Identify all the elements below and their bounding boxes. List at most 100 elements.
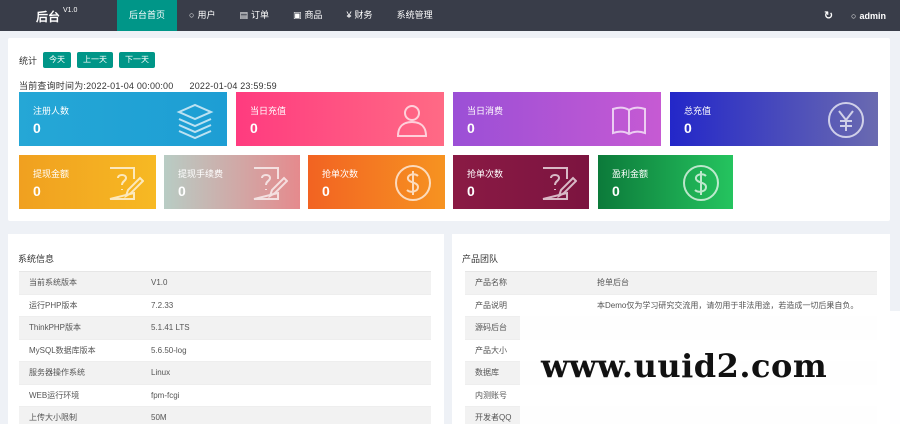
query-time-start: 当前查询时间为:2022-01-04 00:00:00 — [19, 81, 174, 91]
prev-day-button[interactable]: 上一天 — [77, 52, 114, 68]
table-row: MySQL数据库版本 5.6.50-log — [19, 340, 431, 362]
row-key: 上传大小限制 — [29, 413, 77, 423]
nav-users-label: 用户 — [197, 10, 216, 20]
cart-icon: ▣ — [293, 10, 302, 20]
table-row: 当前系统版本 V1.0 — [19, 272, 431, 295]
tile-total-recharge[interactable]: 总充值 0 — [670, 92, 878, 146]
stack-icon — [175, 100, 215, 140]
system-info-table: 当前系统版本 V1.0 运行PHP版本 7.2.33 ThinkPHP版本 5.1.41 … — [19, 271, 431, 424]
edit-doc-icon — [248, 163, 289, 203]
tile-value: 0 — [612, 183, 620, 199]
row-value: V1.0 — [151, 278, 168, 288]
tile-label: 当日消费 — [467, 106, 504, 116]
tile-value: 0 — [684, 120, 692, 136]
system-info-title: 系统信息 — [18, 254, 55, 264]
tile-label: 抢单次数 — [467, 169, 504, 179]
row-value: 本Demo仅为学习研究交流用，请勿用于非法用途，若造成一切后果自负。 — [597, 300, 859, 310]
brand-logo[interactable]: 后台 V1.0 — [36, 7, 78, 25]
query-time: 当前查询时间为:2022-01-04 00:00:00 2022-01-04 23… — [19, 79, 277, 92]
tile-value: 0 — [250, 120, 258, 136]
row-key: 当前系统版本 — [29, 278, 77, 288]
watermark: www.uuid2.com — [541, 347, 828, 385]
nav-home-label: 后台首页 — [129, 10, 166, 20]
tile-daily-consumption[interactable]: 当日消费 0 — [453, 92, 661, 146]
next-day-button[interactable]: 下一天 — [119, 52, 156, 68]
brand-version: V1.0 — [63, 7, 78, 14]
product-team-title: 产品团队 — [462, 254, 499, 264]
nav-orders-label: 订单 — [250, 10, 269, 20]
tile-label: 当日充值 — [250, 106, 287, 116]
query-time-end: 2022-01-04 23:59:59 — [189, 81, 277, 91]
tile-value: 0 — [467, 183, 475, 199]
tile-value: 0 — [33, 120, 41, 136]
tile-label: 提现手续费 — [178, 169, 224, 179]
nav-home[interactable]: 后台首页 — [117, 0, 178, 31]
user-icon: ○ — [851, 10, 857, 21]
nav-finance-label: 财务 — [354, 10, 373, 20]
table-row: WEB运行环境 fpm-fcgi — [19, 385, 431, 407]
tile-profit-amount[interactable]: 盈利金额 0 — [598, 155, 733, 209]
top-right-tools: ↻ ○ admin — [824, 0, 886, 31]
nav-finance[interactable]: ¥ 财务 — [335, 0, 385, 31]
nav-system[interactable]: 系统管理 — [385, 0, 445, 31]
nav-orders[interactable]: ▤ 订单 — [227, 0, 281, 31]
tile-label: 总充值 — [684, 106, 712, 116]
main-nav: 后台首页 ○ 用户 ▤ 订单 ▣ 商品 ¥ 财务 系统管理 — [117, 0, 445, 31]
row-value: 50M — [151, 413, 167, 423]
tile-value: 0 — [33, 183, 41, 199]
nav-system-label: 系统管理 — [396, 10, 433, 20]
row-key: WEB运行环境 — [29, 390, 80, 400]
yen-circle-icon — [826, 100, 866, 140]
tile-daily-recharge[interactable]: 当日充值 0 — [236, 92, 444, 146]
document-icon: ▤ — [239, 10, 248, 20]
stats-toolbar: 统计 今天 上一天 下一天 — [19, 52, 156, 68]
nav-goods[interactable]: ▣ 商品 — [281, 0, 335, 31]
row-key: 产品说明 — [475, 300, 507, 310]
tile-label: 抢单次数 — [322, 169, 359, 179]
edit-doc-icon — [104, 163, 145, 203]
nav-goods-label: 商品 — [304, 10, 323, 20]
row-value: 5.1.41 LTS — [151, 323, 190, 333]
stats-label: 统计 — [19, 55, 38, 66]
brand-name: 后台 — [36, 10, 61, 24]
today-button[interactable]: 今天 — [43, 52, 72, 68]
refresh-icon[interactable]: ↻ — [824, 9, 833, 22]
tile-label: 盈利金额 — [612, 169, 649, 179]
tile-registrations[interactable]: 注册人数 0 — [19, 92, 227, 146]
row-key: 产品名称 — [475, 278, 507, 288]
tile-withdraw-amount[interactable]: 提现金额 0 — [19, 155, 156, 209]
row-value: 7.2.33 — [151, 300, 174, 310]
tile-value: 0 — [467, 120, 475, 136]
row-key: 运行PHP版本 — [29, 300, 78, 310]
dollar-icon — [393, 163, 433, 203]
tile-grab-count-2[interactable]: 抢单次数 0 — [453, 155, 589, 209]
table-row: ThinkPHP版本 5.1.41 LTS — [19, 317, 431, 340]
row-value: Linux — [151, 368, 171, 378]
tile-withdraw-fee[interactable]: 提现手续费 0 — [164, 155, 300, 209]
edit-doc-icon — [537, 163, 578, 203]
tile-label: 注册人数 — [33, 106, 70, 116]
user-menu[interactable]: ○ admin — [851, 11, 886, 21]
user-icon: ○ — [189, 10, 195, 20]
row-key: 服务器操作系统 — [29, 368, 85, 378]
row-value: 抢单后台 — [597, 278, 629, 288]
table-row: 产品名称 抢单后台 — [465, 272, 877, 295]
username: admin — [859, 10, 886, 21]
tile-label: 提现金额 — [33, 169, 70, 179]
row-value: 5.6.50-log — [151, 345, 187, 355]
nav-users[interactable]: ○ 用户 — [177, 0, 227, 31]
users-icon — [392, 100, 432, 140]
tile-value: 0 — [322, 183, 330, 199]
row-value: fpm-fcgi — [151, 390, 180, 400]
table-row: 运行PHP版本 7.2.33 — [19, 295, 431, 317]
dollar-icon — [681, 163, 721, 203]
book-icon — [609, 100, 649, 140]
system-info-card: 系统信息 当前系统版本 V1.0 运行PHP版本 7.2.33 ThinkPHP版本 5.… — [8, 234, 444, 424]
table-row: 上传大小限制 50M — [19, 407, 431, 424]
top-navbar: 后台 V1.0 后台首页 ○ 用户 ▤ 订单 ▣ 商品 ¥ 财务 系统管理 ↻ ○ admi… — [0, 0, 900, 31]
yen-icon: ¥ — [346, 10, 352, 20]
row-key: MySQL数据库版本 — [29, 345, 96, 355]
tile-grab-count[interactable]: 抢单次数 0 — [308, 155, 445, 209]
table-row: 服务器操作系统 Linux — [19, 362, 431, 385]
tile-value: 0 — [178, 183, 186, 199]
